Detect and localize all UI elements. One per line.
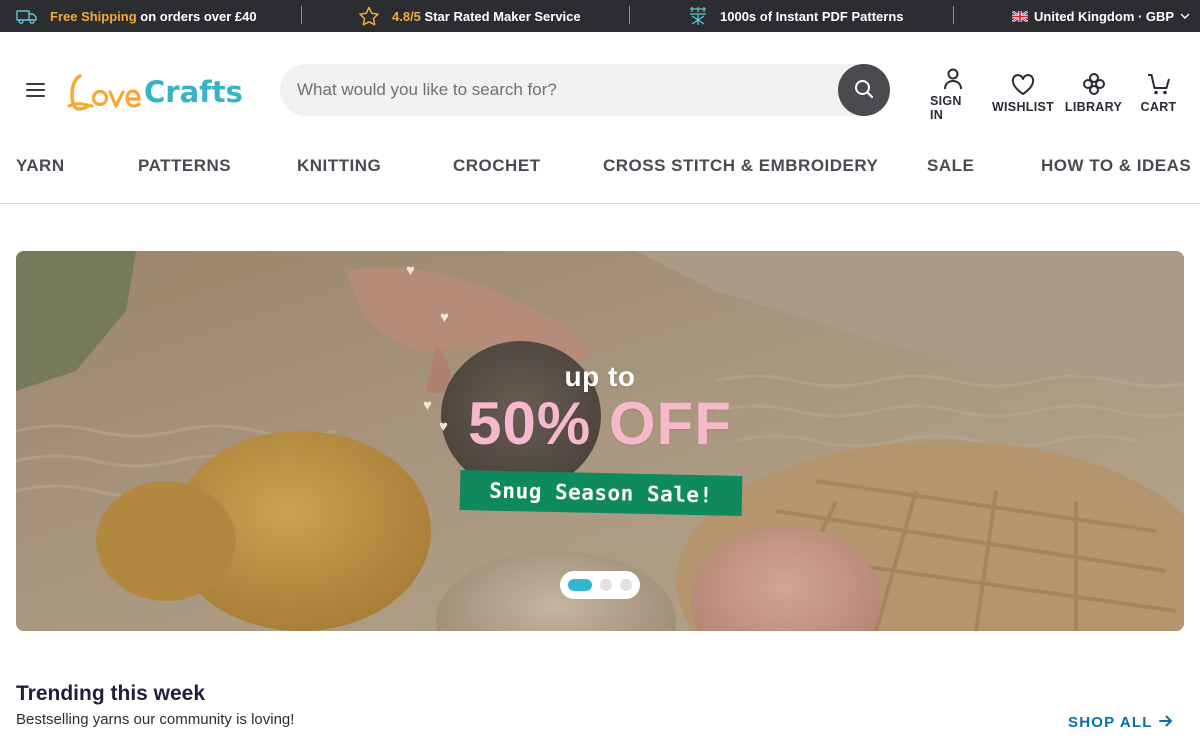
sign-in-label: SIGN IN bbox=[930, 94, 962, 122]
nav-cross-stitch-embroidery[interactable]: CROSS STITCH & EMBROIDERY bbox=[603, 156, 878, 176]
cart-label: CART bbox=[1140, 100, 1177, 114]
locale-selector[interactable]: United Kingdom · GBP bbox=[1012, 0, 1190, 32]
heart-decoration: ♥ bbox=[440, 309, 449, 326]
carousel-dot-2[interactable] bbox=[600, 579, 612, 591]
site-logo[interactable]: Crafts bbox=[66, 66, 250, 114]
patterns-text: 1000s of Instant PDF Patterns bbox=[720, 8, 904, 24]
site-header: Crafts SIGN IN WISHLIST LIBRARY CART bbox=[0, 32, 1200, 148]
free-shipping-highlight: Free Shipping bbox=[50, 8, 137, 24]
cart-icon bbox=[1146, 68, 1172, 96]
svg-text:Crafts: Crafts bbox=[144, 75, 243, 109]
rating-promo[interactable]: 4.8/5 Star Rated Maker Service bbox=[358, 0, 581, 32]
divider bbox=[953, 6, 954, 24]
wishlist-button[interactable]: WISHLIST bbox=[991, 68, 1055, 114]
search-button[interactable] bbox=[838, 64, 890, 116]
search-input[interactable] bbox=[280, 64, 836, 116]
chevron-down-icon bbox=[1180, 12, 1190, 20]
hero-banner[interactable]: ♥ ♥ ♥ ♥ up to 50% OFF Snug Season Sale! bbox=[16, 251, 1184, 631]
shop-all-label: SHOP ALL bbox=[1068, 714, 1153, 731]
wishlist-label: WISHLIST bbox=[991, 100, 1055, 114]
shop-all-link[interactable]: SHOP ALL bbox=[1068, 714, 1173, 731]
user-icon bbox=[943, 68, 963, 90]
nav-patterns[interactable]: PATTERNS bbox=[138, 156, 231, 176]
library-label: LIBRARY bbox=[1064, 100, 1123, 114]
library-button[interactable]: LIBRARY bbox=[1064, 68, 1123, 114]
nav-sale[interactable]: SALE bbox=[927, 156, 974, 176]
category-nav: YARN PATTERNS KNITTING CROCHET CROSS STI… bbox=[0, 148, 1200, 204]
locale-text: United Kingdom · GBP bbox=[1034, 8, 1175, 24]
rating-text: Star Rated Maker Service bbox=[424, 8, 581, 24]
delivery-truck-icon bbox=[16, 8, 38, 24]
carousel-pagination bbox=[560, 571, 640, 599]
heart-icon bbox=[1011, 68, 1035, 96]
patterns-promo[interactable]: 1000s of Instant PDF Patterns bbox=[688, 0, 904, 32]
section-subtitle: Bestselling yarns our community is lovin… bbox=[16, 711, 295, 728]
promo-bar: Free Shipping on orders over £40 4.8/5 S… bbox=[0, 0, 1200, 32]
uk-flag-icon bbox=[1012, 10, 1028, 22]
free-shipping-text: on orders over £40 bbox=[140, 8, 257, 24]
star-icon bbox=[358, 6, 380, 26]
divider bbox=[629, 6, 630, 24]
pattern-grid-icon bbox=[688, 6, 708, 26]
free-shipping-promo[interactable]: Free Shipping on orders over £40 bbox=[16, 0, 257, 32]
section-title: Trending this week bbox=[16, 682, 206, 705]
nav-knitting[interactable]: KNITTING bbox=[297, 156, 381, 176]
carousel-dot-3[interactable] bbox=[620, 579, 632, 591]
promo-sale-tag: Snug Season Sale! bbox=[459, 470, 743, 516]
arrow-right-icon bbox=[1158, 714, 1173, 731]
search-bar bbox=[280, 64, 890, 116]
search-icon bbox=[853, 78, 875, 103]
promo-headline: 50% OFF bbox=[468, 390, 732, 457]
nav-crochet[interactable]: CROCHET bbox=[453, 156, 541, 176]
sign-in-button[interactable]: SIGN IN bbox=[930, 68, 976, 122]
divider bbox=[301, 6, 302, 24]
nav-yarn[interactable]: YARN bbox=[16, 156, 65, 176]
cart-button[interactable]: CART bbox=[1140, 68, 1177, 114]
menu-icon[interactable] bbox=[24, 80, 48, 100]
heart-decoration: ♥ bbox=[406, 262, 415, 279]
nav-how-to-ideas[interactable]: HOW TO & IDEAS bbox=[1041, 156, 1191, 176]
rating-highlight: 4.8/5 bbox=[392, 8, 421, 24]
carousel-dot-1[interactable] bbox=[568, 579, 592, 591]
library-icon bbox=[1082, 68, 1106, 96]
